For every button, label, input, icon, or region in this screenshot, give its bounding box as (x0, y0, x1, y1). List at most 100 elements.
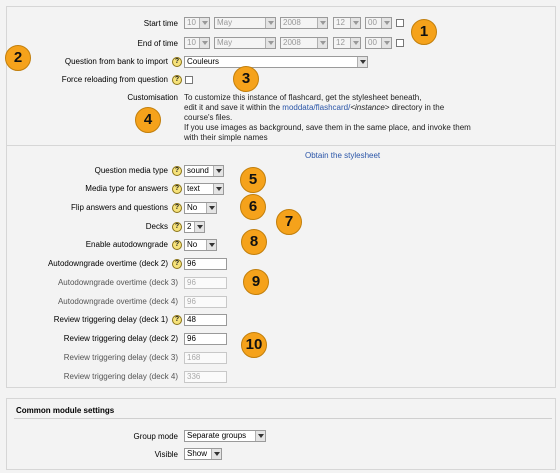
group-mode-label: Group mode (133, 432, 178, 441)
start-month-select[interactable]: May (214, 17, 276, 29)
obtain-stylesheet-link[interactable]: Obtain the stylesheet (305, 151, 380, 160)
help-icon[interactable]: ? (172, 57, 182, 67)
start-time-enable-checkbox[interactable] (396, 19, 404, 27)
chevron-down-icon (381, 18, 391, 28)
chevron-down-icon (206, 203, 216, 213)
group-mode-select[interactable]: Separate groups (184, 430, 266, 442)
review-deck2-label: Review triggering delay (deck 2) (63, 334, 178, 343)
chevron-down-icon (265, 38, 275, 48)
annotation-badge-8: 8 (241, 229, 267, 255)
customisation-description: To customize this instance of flashcard,… (184, 93, 554, 143)
end-minute-value: 00 (368, 38, 377, 47)
help-icon[interactable]: ? (172, 222, 182, 232)
review-deck4-input[interactable]: 336 (184, 371, 227, 383)
help-icon[interactable]: ? (172, 259, 182, 269)
answer-media-value: text (187, 184, 200, 193)
visible-label: Visible (154, 450, 178, 459)
moddata-path-link[interactable]: moddata/flashcard/ (282, 103, 350, 112)
review-deck2-input[interactable]: 96 (184, 333, 227, 345)
overtime-deck2-input[interactable]: 96 (184, 258, 227, 270)
review-deck1-input[interactable]: 48 (184, 314, 227, 326)
chevron-down-icon (199, 38, 209, 48)
chevron-down-icon (194, 222, 204, 232)
chevron-down-icon (199, 18, 209, 28)
chevron-down-icon (211, 449, 221, 459)
autodowngrade-value: No (187, 240, 198, 249)
annotation-badge-9: 9 (243, 269, 269, 295)
question-media-select[interactable]: sound (184, 165, 224, 177)
chevron-down-icon (213, 166, 223, 176)
decks-select[interactable]: 2 (184, 221, 205, 233)
overtime-deck3-input[interactable]: 96 (184, 277, 227, 289)
group-mode-value: Separate groups (187, 431, 247, 440)
flip-label: Flip answers and questions (71, 203, 168, 212)
customisation-line-2: edit it and save it within the moddata/f… (184, 103, 554, 113)
chevron-down-icon (213, 184, 223, 194)
answer-media-select[interactable]: text (184, 183, 224, 195)
annotation-badge-6: 6 (240, 194, 266, 220)
flip-select[interactable]: No (184, 202, 217, 214)
help-icon[interactable]: ? (172, 75, 182, 85)
annotation-badge-5: 5 (240, 167, 266, 193)
annotation-badge-4: 4 (135, 107, 161, 133)
question-bank-value: Couleurs (187, 57, 220, 66)
start-year-value: 2008 (283, 18, 301, 27)
review-deck4-label: Review triggering delay (deck 4) (63, 372, 178, 381)
start-day-select[interactable]: 10 (184, 17, 210, 29)
chevron-down-icon (350, 38, 360, 48)
force-reload-checkbox[interactable] (185, 76, 193, 84)
visible-value: Show (187, 449, 208, 458)
chevron-down-icon (265, 18, 275, 28)
end-day-select[interactable]: 10 (184, 37, 210, 49)
end-day-value: 10 (187, 38, 196, 47)
overtime-deck4-input[interactable]: 96 (184, 296, 227, 308)
customisation-label: Customisation (127, 93, 178, 102)
answer-media-label: Media type for answers (85, 184, 168, 193)
help-icon[interactable]: ? (172, 315, 182, 325)
review-deck3-label: Review triggering delay (deck 3) (63, 353, 178, 362)
question-bank-select[interactable]: Couleurs (184, 56, 368, 68)
help-icon[interactable]: ? (172, 166, 182, 176)
chevron-down-icon (255, 431, 265, 441)
overtime-deck2-label: Autodowngrade overtime (deck 2) (47, 259, 168, 268)
start-hour-select[interactable]: 12 (333, 17, 361, 29)
end-hour-value: 12 (336, 38, 345, 47)
start-year-select[interactable]: 2008 (280, 17, 328, 29)
review-deck3-input[interactable]: 168 (184, 352, 227, 364)
decks-label: Decks (145, 222, 168, 231)
help-icon[interactable]: ? (172, 203, 182, 213)
overtime-deck3-label: Autodowngrade overtime (deck 3) (57, 278, 178, 287)
end-minute-select[interactable]: 00 (365, 37, 392, 49)
end-hour-select[interactable]: 12 (333, 37, 361, 49)
end-time-enable-checkbox[interactable] (396, 39, 404, 47)
end-month-value: May (217, 38, 233, 47)
start-month-value: May (217, 18, 233, 27)
autodowngrade-select[interactable]: No (184, 239, 217, 251)
question-bank-label: Question from bank to import (64, 57, 168, 66)
overtime-deck4-label: Autodowngrade overtime (deck 4) (57, 297, 178, 306)
question-media-label: Question media type (94, 166, 168, 175)
end-year-select[interactable]: 2008 (280, 37, 328, 49)
chevron-down-icon (357, 57, 367, 67)
annotation-badge-1: 1 (411, 19, 437, 45)
help-icon[interactable]: ? (172, 184, 182, 194)
help-icon[interactable]: ? (172, 240, 182, 250)
chevron-down-icon (350, 18, 360, 28)
customisation-line-5: with their simple names (184, 133, 268, 142)
start-minute-select[interactable]: 00 (365, 17, 392, 29)
annotation-badge-2: 2 (5, 45, 31, 71)
review-deck1-label: Review triggering delay (deck 1) (53, 315, 168, 324)
visible-select[interactable]: Show (184, 448, 222, 460)
decks-value: 2 (187, 222, 192, 231)
end-month-select[interactable]: May (214, 37, 276, 49)
force-reload-label: Force reloading from question (61, 75, 168, 84)
customisation-line-1: To customize this instance of flashcard,… (184, 93, 422, 102)
annotation-badge-7: 7 (276, 209, 302, 235)
start-hour-value: 12 (336, 18, 345, 27)
customisation-line-3: course's files. (184, 113, 233, 122)
end-year-value: 2008 (283, 38, 301, 47)
instance-placeholder: <instance> (350, 103, 390, 112)
chevron-down-icon (317, 18, 327, 28)
end-time-label: End of time (137, 39, 178, 48)
annotation-badge-10: 10 (241, 332, 267, 358)
